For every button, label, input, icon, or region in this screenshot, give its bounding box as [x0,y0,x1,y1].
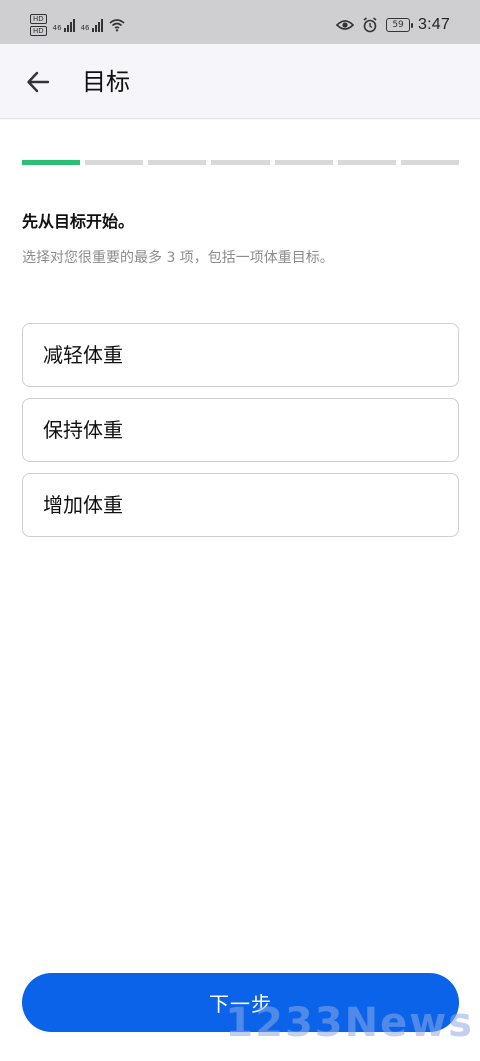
option-gain-weight[interactable]: 增加体重 [22,473,459,537]
option-label: 减轻体重 [43,343,123,367]
signal-bar [63,27,66,32]
status-right: 59 3:47 [336,16,450,34]
progress-step [274,160,333,165]
option-label: 保持体重 [43,418,123,442]
progress-step [85,160,144,165]
progress-steps [22,160,459,166]
app-bar: 目标 [0,44,480,119]
signal-bar [72,18,75,32]
option-lose-weight[interactable]: 减轻体重 [22,323,459,387]
option-label: 增加体重 [43,493,123,517]
signal-bar [94,24,97,32]
status-bar: HD HD 46 46 59 3:47 [0,0,480,44]
subhead: 选择对您很重要的最多 3 项，包括一项体重目标。 [22,250,334,266]
back-button[interactable] [18,62,58,102]
wifi-icon [108,19,125,32]
cell-signal-2: 46 [80,18,103,32]
next-button-label: 下一步 [209,992,272,1016]
signal-bar [100,18,103,32]
hd-indicators: HD HD [30,14,47,36]
progress-step [400,160,459,165]
progress-step [337,160,396,165]
signal-bar [69,21,72,32]
progress-step [211,160,270,165]
page-title: 目标 [82,68,130,96]
signal-bar [66,24,69,32]
goal-options: 减轻体重 保持体重 增加体重 [22,323,459,548]
hd-badge-2: HD [30,26,47,36]
hd-badge-1: HD [30,14,47,24]
signal-bar [91,27,94,32]
network-type-1: 46 [52,23,62,32]
headline: 先从目标开始。 [22,212,135,231]
alarm-clock-icon [363,17,377,33]
eye-icon [336,20,355,30]
signal-bar [97,21,100,32]
status-time: 3:47 [418,16,450,33]
status-left: HD HD 46 46 [30,14,125,36]
network-type-2: 46 [80,23,90,32]
option-maintain-weight[interactable]: 保持体重 [22,398,459,462]
battery-level: 59 [392,20,404,30]
cell-signal-1: 46 [52,18,75,32]
arrow-left-icon [27,71,50,93]
progress-step [22,160,81,165]
battery-indicator: 59 [386,18,414,32]
next-button[interactable]: 下一步 [22,973,459,1032]
progress-step [148,160,207,165]
